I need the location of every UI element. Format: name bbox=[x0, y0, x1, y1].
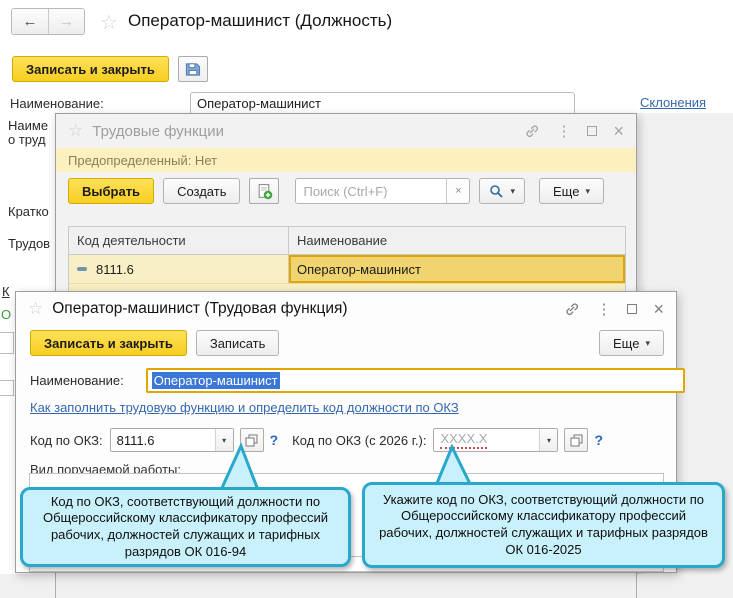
desktop-background bbox=[0, 574, 733, 598]
help-icon[interactable]: ? bbox=[594, 432, 603, 448]
main-name-input[interactable] bbox=[190, 92, 575, 115]
copy-link-icon[interactable] bbox=[564, 301, 580, 317]
dialog-title: Оператор-машинист (Трудовая функция) bbox=[52, 300, 348, 317]
more-button[interactable]: Еще ▾ bbox=[539, 178, 604, 204]
okz-label: Код по ОКЗ: bbox=[30, 432, 103, 448]
more-menu-icon[interactable]: ⋮ bbox=[556, 124, 571, 139]
column-header-name[interactable]: Наименование bbox=[289, 227, 625, 254]
dialog-border-fragment bbox=[55, 574, 56, 598]
search-icon bbox=[490, 184, 504, 198]
search-menu-button[interactable]: ▾ bbox=[479, 178, 525, 204]
bg-fragment: Трудов bbox=[8, 236, 51, 251]
forward-button[interactable]: → bbox=[48, 9, 84, 34]
more-menu-icon[interactable]: ⋮ bbox=[596, 302, 611, 317]
dialog-title: Трудовые функции bbox=[92, 122, 224, 140]
help-icon[interactable]: ? bbox=[270, 432, 279, 448]
column-header-code[interactable]: Код деятельности bbox=[69, 227, 289, 254]
table-row[interactable]: 8111.6 Оператор-машинист bbox=[69, 255, 625, 283]
bg-fragment: Наиме bbox=[8, 118, 49, 133]
name-input-focused[interactable]: Оператор-машинист bbox=[145, 368, 685, 393]
okz-fields-row: Код по ОКЗ: 8111.6 ▾ ? Код по ОКЗ (с 202… bbox=[30, 428, 603, 452]
cell-code: 8111.6 bbox=[96, 261, 134, 277]
table-header-row: Код деятельности Наименование bbox=[69, 227, 625, 255]
back-button[interactable]: ← bbox=[12, 9, 48, 34]
bg-fragment: о труд bbox=[8, 132, 46, 147]
history-nav: ← → bbox=[11, 8, 85, 35]
save-button[interactable] bbox=[177, 56, 208, 82]
okz2026-tooltip: Укажите код по ОКЗ, соответствующий долж… bbox=[362, 482, 725, 568]
close-icon[interactable]: × bbox=[613, 122, 624, 140]
favorite-star-icon[interactable]: ☆ bbox=[68, 121, 83, 141]
search-clear-button[interactable]: × bbox=[446, 179, 470, 203]
save-icon bbox=[186, 62, 201, 76]
save-button[interactable]: Записать bbox=[195, 330, 280, 356]
more-button[interactable]: Еще ▾ bbox=[599, 330, 664, 356]
maximize-icon[interactable] bbox=[587, 126, 598, 136]
bg-fragment: О bbox=[1, 307, 12, 322]
forward-arrow-icon: → bbox=[59, 13, 74, 30]
bg-field-fragment bbox=[0, 380, 14, 396]
function-toolbar: Записать и закрыть Записать Еще ▾ bbox=[16, 326, 676, 356]
create-by-copy-button[interactable] bbox=[249, 178, 280, 204]
name-field-row: Наименование: Оператор-машинист bbox=[30, 368, 685, 393]
name-label: Наименование: bbox=[30, 373, 124, 388]
okz2026-open-button[interactable] bbox=[564, 428, 589, 452]
search-box: × bbox=[295, 178, 471, 204]
close-icon[interactable]: × bbox=[653, 300, 664, 318]
element-marker-icon bbox=[77, 267, 87, 271]
bg-fragment: Кратко bbox=[8, 204, 49, 219]
functions-toolbar: Выбрать Создать × ▾ Еще ▾ bbox=[56, 172, 636, 204]
back-arrow-icon: ← bbox=[22, 13, 38, 30]
dialog-border-fragment bbox=[636, 574, 637, 598]
dropdown-caret-icon: ▾ bbox=[510, 185, 515, 196]
functions-table: Код деятельности Наименование 8111.6 Опе… bbox=[68, 226, 626, 294]
okz-value: 8111.6 bbox=[116, 432, 155, 448]
save-and-close-button[interactable]: Записать и закрыть bbox=[30, 330, 187, 356]
page-title: Оператор-машинист (Должность) bbox=[128, 11, 393, 30]
main-name-label: Наименование: bbox=[10, 96, 104, 111]
save-and-close-button[interactable]: Записать и закрыть bbox=[12, 56, 169, 82]
more-button-label: Еще bbox=[613, 335, 640, 351]
how-to-fill-link[interactable]: Как заполнить трудовую функцию и определ… bbox=[30, 400, 459, 415]
bg-field-fragment bbox=[0, 332, 14, 354]
selected-text: Оператор-машинист bbox=[151, 372, 280, 389]
more-button-label: Еще bbox=[553, 183, 580, 199]
okz2026-label: Код по ОКЗ (с 2026 г.): bbox=[292, 432, 427, 448]
create-copy-icon bbox=[258, 183, 273, 199]
favorite-star-icon[interactable]: ☆ bbox=[28, 299, 43, 319]
declensions-link[interactable]: Склонения bbox=[640, 95, 706, 110]
open-icon bbox=[570, 434, 583, 446]
create-button[interactable]: Создать bbox=[163, 178, 241, 204]
tooltip-arrow bbox=[218, 443, 261, 492]
predefined-banner: Предопределенный: Нет bbox=[56, 148, 636, 172]
copy-link-icon[interactable] bbox=[524, 123, 540, 139]
favorite-star-icon[interactable]: ☆ bbox=[100, 10, 118, 35]
clear-x-icon: × bbox=[455, 185, 462, 197]
function-dialog-titlebar: ☆ Оператор-машинист (Трудовая функция) ⋮… bbox=[16, 292, 676, 326]
dropdown-caret-icon[interactable]: ▾ bbox=[539, 429, 558, 451]
main-toolbar: Записать и закрыть bbox=[12, 56, 208, 82]
okz-tooltip: Код по ОКЗ, соответствующий должности по… bbox=[20, 487, 351, 567]
select-button[interactable]: Выбрать bbox=[68, 178, 155, 204]
search-input[interactable] bbox=[296, 179, 447, 203]
maximize-icon[interactable] bbox=[627, 304, 638, 314]
dropdown-caret-icon: ▾ bbox=[645, 337, 650, 348]
functions-dialog-titlebar: ☆ Трудовые функции ⋮ × bbox=[56, 114, 636, 148]
cell-name-selected[interactable]: Оператор-машинист bbox=[289, 255, 625, 283]
dropdown-caret-icon: ▾ bbox=[585, 185, 590, 196]
bg-fragment: К bbox=[2, 284, 10, 299]
